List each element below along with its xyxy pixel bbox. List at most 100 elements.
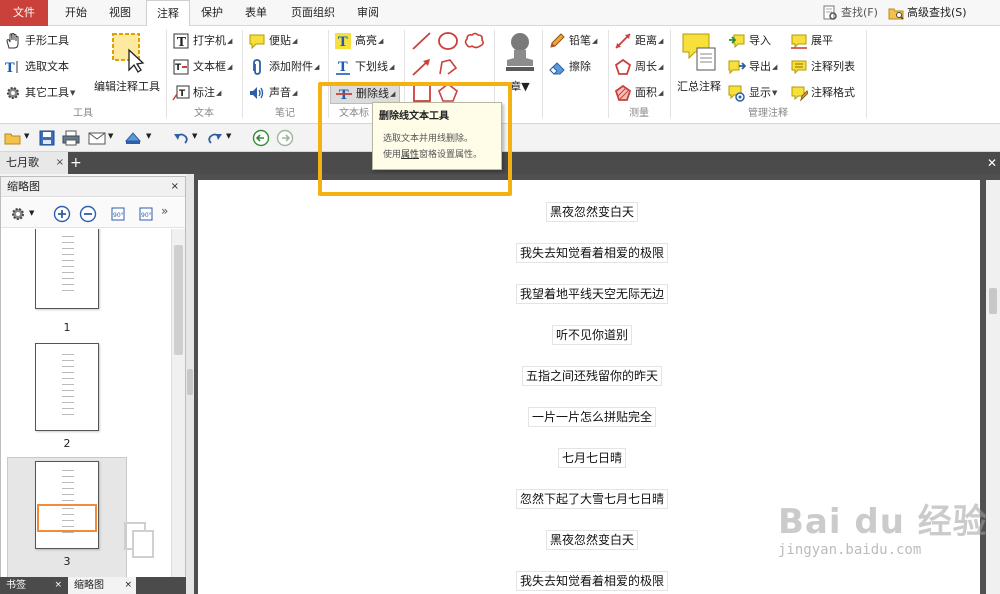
new-tab-button[interactable]: + bbox=[70, 154, 84, 172]
lyric-line[interactable]: 我失去知觉看着相爱的极限 bbox=[515, 243, 669, 263]
oval-tool-icon[interactable] bbox=[436, 30, 460, 52]
zoom-in-icon[interactable] bbox=[53, 205, 71, 223]
dropdown-arrow-icon[interactable]: ▼ bbox=[226, 132, 231, 140]
area-button[interactable]: 面积◢ bbox=[614, 82, 663, 104]
lyric-line[interactable]: 忽然下起了大雪七月七日晴 bbox=[515, 489, 669, 509]
eraser-button[interactable]: 擦除 bbox=[548, 56, 591, 78]
visible-area-indicator[interactable] bbox=[37, 504, 97, 532]
advanced-search-button[interactable]: 高级查找(S) bbox=[888, 3, 998, 23]
page-thumbnail[interactable] bbox=[35, 229, 99, 309]
lyric-line[interactable]: 五指之间还残留你的昨天 bbox=[521, 366, 663, 386]
page-thumbnail-active[interactable] bbox=[35, 461, 99, 549]
export-button[interactable]: 导出◢ bbox=[728, 56, 777, 78]
zoom-out-icon[interactable] bbox=[79, 205, 97, 223]
previous-view-icon[interactable] bbox=[252, 129, 270, 147]
lyric-line[interactable]: 一片一片怎么拼贴完全 bbox=[527, 407, 657, 427]
svg-text:T: T bbox=[175, 63, 182, 73]
hand-icon bbox=[6, 33, 19, 49]
bookmarks-tab[interactable]: 书签 × bbox=[0, 577, 66, 594]
document-scrollbar[interactable] bbox=[986, 180, 1000, 594]
typewriter-button[interactable]: T 打字机◢ bbox=[172, 30, 232, 52]
baidu-watermark: Bai du 经验 jingyan.baidu.com bbox=[768, 486, 988, 570]
arrow-tool-icon[interactable] bbox=[410, 56, 434, 78]
sound-button[interactable]: 声音◢ bbox=[248, 82, 297, 104]
watermark-url: jingyan.baidu.com bbox=[778, 542, 922, 558]
save-icon[interactable] bbox=[38, 129, 56, 147]
line-tool-icon[interactable] bbox=[410, 30, 434, 52]
lyric-line[interactable]: 我望着地平线天空无际无边 bbox=[515, 284, 669, 304]
dropdown-arrow-icon[interactable]: ▼ bbox=[24, 132, 29, 140]
menu-tab-home[interactable]: 开始 bbox=[56, 0, 96, 26]
sticky-note-button[interactable]: 便贴◢ bbox=[248, 30, 297, 52]
edit-annotation-tool-button[interactable]: 编辑注释工具 bbox=[92, 30, 162, 94]
document-search-icon bbox=[823, 5, 837, 20]
print-icon[interactable] bbox=[62, 129, 80, 147]
export-icon bbox=[728, 60, 746, 75]
thumbnails-tab[interactable]: 缩略图 × bbox=[68, 577, 136, 594]
menu-tab-comment[interactable]: 注释 bbox=[146, 0, 190, 27]
overflow-chevron-icon[interactable]: » bbox=[161, 204, 168, 218]
dropdown-arrow-icon[interactable]: ▼ bbox=[146, 132, 151, 140]
lyric-line[interactable]: 我失去知觉看着相爱的极限 bbox=[515, 571, 669, 591]
menu-tab-form[interactable]: 表单 bbox=[236, 0, 276, 26]
close-panel-icon[interactable]: × bbox=[171, 177, 179, 197]
email-icon[interactable] bbox=[88, 129, 106, 147]
lyric-line[interactable]: 黑夜忽然变白天 bbox=[545, 202, 639, 222]
close-icon[interactable]: × bbox=[54, 577, 62, 594]
cloud-tool-icon[interactable] bbox=[462, 30, 486, 52]
show-button[interactable]: 显示▼ bbox=[728, 82, 777, 104]
comment-list-button[interactable]: 注释列表 bbox=[790, 56, 855, 78]
close-tab-icon[interactable]: × bbox=[56, 152, 64, 174]
scrollbar-thumb[interactable] bbox=[174, 245, 183, 355]
comment-format-button[interactable]: 注释格式 bbox=[790, 82, 855, 104]
attach-file-button[interactable]: 添加附件◢ bbox=[248, 56, 319, 78]
highlight-button[interactable]: T 高亮◢ bbox=[334, 30, 383, 52]
scan-icon[interactable] bbox=[124, 129, 142, 147]
scrollbar-thumb[interactable] bbox=[989, 288, 997, 314]
dropdown-arrow-icon: ◢ bbox=[658, 37, 664, 45]
thumbnail-scrollbar[interactable] bbox=[171, 229, 185, 577]
lyric-line[interactable]: 七月七日晴 bbox=[557, 448, 627, 468]
summarize-comments-button[interactable]: 汇总注释 bbox=[674, 30, 724, 94]
next-view-icon[interactable] bbox=[276, 129, 294, 147]
hand-tool-button[interactable]: 手形工具 bbox=[4, 30, 69, 52]
polyline-tool-icon[interactable] bbox=[436, 56, 460, 78]
typewriter-icon: T bbox=[173, 33, 189, 49]
import-button[interactable]: 导入 bbox=[728, 30, 771, 52]
gear-icon[interactable] bbox=[9, 205, 27, 223]
flatten-button[interactable]: 展平 bbox=[790, 30, 833, 52]
dropdown-arrow-icon[interactable]: ▼ bbox=[108, 132, 113, 140]
callout-button[interactable]: T 标注◢ bbox=[172, 82, 221, 104]
page-thumbnail[interactable] bbox=[35, 343, 99, 431]
menu-tab-file[interactable]: 文件 bbox=[0, 0, 48, 26]
close-icon[interactable]: × bbox=[124, 577, 132, 594]
redo-icon[interactable] bbox=[206, 129, 224, 147]
panel-splitter[interactable] bbox=[186, 174, 194, 594]
menu-tab-protect[interactable]: 保护 bbox=[192, 0, 232, 26]
select-text-button[interactable]: T 选取文本 bbox=[4, 56, 69, 78]
perimeter-button[interactable]: 周长◢ bbox=[614, 56, 663, 78]
splitter-grip[interactable] bbox=[187, 369, 193, 395]
search-button[interactable]: 查找(F) bbox=[822, 3, 886, 23]
rotate-counterclockwise-icon[interactable]: 90° bbox=[109, 205, 127, 223]
pencil-button[interactable]: 铅笔◢ bbox=[548, 30, 597, 52]
rotate-clockwise-icon[interactable]: 90° bbox=[137, 205, 155, 223]
dropdown-arrow-icon[interactable]: ▼ bbox=[29, 209, 34, 217]
distance-button[interactable]: 距离◢ bbox=[614, 30, 663, 52]
hand-tool-label: 手形工具 bbox=[25, 34, 69, 47]
open-folder-icon[interactable] bbox=[4, 129, 22, 147]
menu-tab-review[interactable]: 审阅 bbox=[348, 0, 388, 26]
lyric-line[interactable]: 黑夜忽然变白天 bbox=[545, 530, 639, 550]
textbox-button[interactable]: T 文本框◢ bbox=[172, 56, 232, 78]
stamp-icon bbox=[506, 33, 534, 71]
group-label-notes: 笔记 bbox=[275, 108, 295, 119]
lyric-line[interactable]: 听不见你道别 bbox=[551, 325, 633, 345]
document-tab[interactable]: 七月歌 × bbox=[0, 152, 68, 174]
undo-icon[interactable] bbox=[172, 129, 190, 147]
dropdown-arrow-icon[interactable]: ▼ bbox=[192, 132, 197, 140]
menu-tab-view[interactable]: 视图 bbox=[100, 0, 140, 26]
menu-tab-organize[interactable]: 页面组织 bbox=[282, 0, 344, 26]
other-tools-button[interactable]: 其它工具▼ bbox=[4, 82, 75, 104]
underline-button[interactable]: T 下划线◢ bbox=[334, 56, 394, 78]
close-all-icon[interactable]: ✕ bbox=[987, 154, 997, 172]
